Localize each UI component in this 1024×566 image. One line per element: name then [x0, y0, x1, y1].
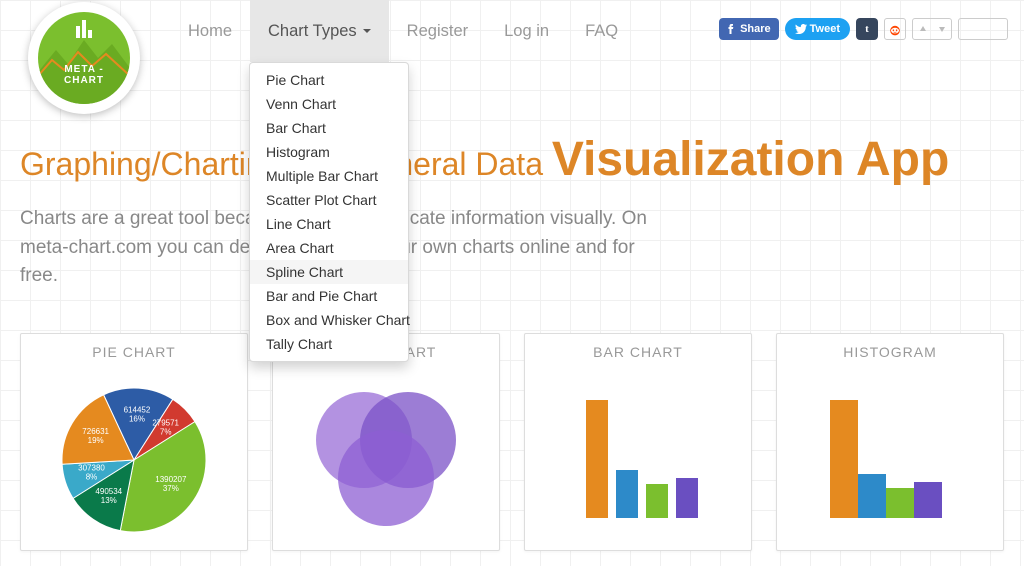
dropdown-item[interactable]: Scatter Plot Chart	[250, 188, 408, 212]
caret-down-icon	[363, 29, 371, 33]
share-reddit-button[interactable]	[884, 18, 906, 40]
vote-arrows[interactable]	[912, 18, 952, 40]
svg-text:7%: 7%	[160, 427, 172, 436]
dropdown-item[interactable]: Venn Chart	[250, 92, 408, 116]
svg-text:19%: 19%	[88, 436, 104, 445]
card-title: HISTOGRAM	[843, 344, 937, 360]
nav-chart-types[interactable]: Chart Types	[250, 0, 389, 62]
nav-chart-types-label: Chart Types	[268, 22, 357, 41]
dropdown-item[interactable]: Box and Whisker Chart	[250, 308, 408, 332]
dropdown-item[interactable]: Spline Chart	[250, 260, 408, 284]
svg-text:490534: 490534	[95, 486, 122, 495]
chart-types-dropdown: Pie ChartVenn ChartBar ChartHistogramMul…	[249, 62, 409, 362]
dropdown-item[interactable]: Multiple Bar Chart	[250, 164, 408, 188]
dropdown-item[interactable]: Tally Chart	[250, 332, 408, 356]
share-twitter-button[interactable]: Tweet	[785, 18, 850, 40]
dropdown-item[interactable]: Bar and Pie Chart	[250, 284, 408, 308]
brand-text-2: CHART	[38, 75, 130, 86]
card-histogram[interactable]: HISTOGRAM	[776, 333, 1004, 551]
card-venn-chart[interactable]: VENN CHART	[272, 333, 500, 551]
page-title: Graphing/Charting and General Data Visua…	[20, 132, 1004, 187]
svg-text:279571: 279571	[152, 418, 179, 427]
svg-text:1390207: 1390207	[155, 475, 187, 484]
svg-text:13%: 13%	[101, 495, 117, 504]
card-title: BAR CHART	[593, 344, 683, 360]
brand-text-1: META -	[38, 64, 130, 75]
svg-text:16%: 16%	[129, 414, 145, 423]
svg-text:8%: 8%	[86, 472, 98, 481]
svg-text:307380: 307380	[78, 463, 105, 472]
dropdown-item[interactable]: Area Chart	[250, 236, 408, 260]
card-bar-chart[interactable]: BAR CHART	[524, 333, 752, 551]
share-tumblr-button[interactable]: t	[856, 18, 878, 40]
nav-home[interactable]: Home	[170, 0, 250, 62]
dropdown-item[interactable]: Bar Chart	[250, 116, 408, 140]
brand-logo[interactable]: META - CHART	[28, 2, 140, 114]
share-facebook-button[interactable]: Share	[719, 18, 779, 40]
vote-counter	[958, 18, 1008, 40]
card-title: PIE CHART	[92, 344, 175, 360]
svg-text:614452: 614452	[124, 405, 151, 414]
card-pie-chart[interactable]: PIE CHART 61445216% 2795717% 139020737% 490…	[20, 333, 248, 551]
nav-register[interactable]: Register	[389, 0, 486, 62]
svg-text:726631: 726631	[82, 427, 109, 436]
nav-login[interactable]: Log in	[486, 0, 567, 62]
dropdown-item[interactable]: Pie Chart	[250, 68, 408, 92]
nav-faq[interactable]: FAQ	[567, 0, 636, 62]
downvote-icon[interactable]	[932, 19, 951, 39]
upvote-icon[interactable]	[913, 19, 932, 39]
dropdown-item[interactable]: Line Chart	[250, 212, 408, 236]
dropdown-item[interactable]: Histogram	[250, 140, 408, 164]
svg-text:37%: 37%	[163, 484, 179, 493]
